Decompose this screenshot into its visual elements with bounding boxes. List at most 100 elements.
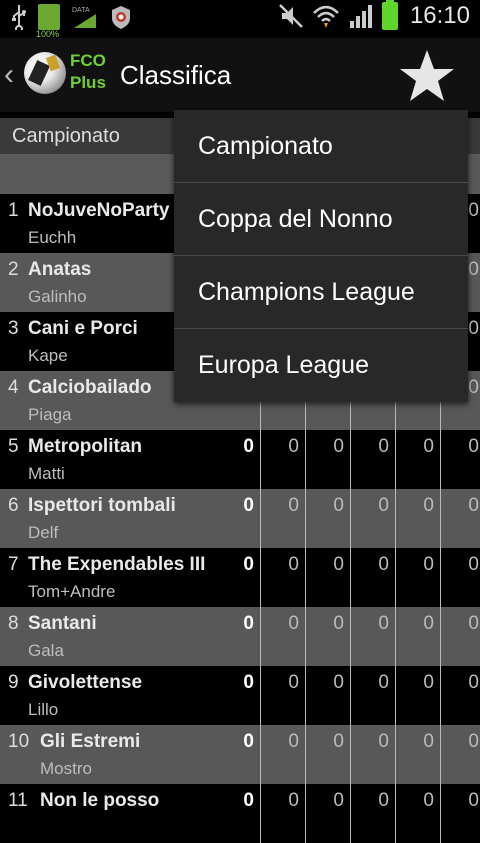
team-name: Ispettori tombali [28, 495, 176, 516]
data-icon: DATA [72, 7, 96, 28]
rank-label: 4 [8, 377, 19, 398]
stat-cell: 0 [395, 489, 440, 548]
stat-cell: 0 [350, 430, 395, 489]
back-chevron-icon[interactable]: ‹ [4, 58, 14, 92]
points-cell: 0 [243, 790, 254, 811]
team-name: Santani [28, 613, 97, 634]
stat-cell: 0 [260, 607, 305, 666]
wifi-icon [313, 5, 339, 28]
rank-label: 5 [8, 436, 19, 457]
menu-item-europa-league[interactable]: Europa League [174, 329, 468, 402]
stat-cell: 0 [350, 725, 395, 784]
stat-cell: 0 [395, 548, 440, 607]
team-owner: Mostro [40, 759, 92, 778]
stat-cell: 0 [260, 725, 305, 784]
points-cell: 0 [243, 731, 254, 752]
app-logo-ball[interactable] [24, 52, 66, 94]
brand-line-2: Plus [70, 73, 106, 92]
stat-cell: 0 [305, 666, 350, 725]
points-cell: 0 [243, 672, 254, 693]
stat-cell: 0 [350, 784, 395, 843]
stat-cell: 0 [260, 430, 305, 489]
stat-cell: 0 [350, 666, 395, 725]
rank-label: 3 [8, 318, 19, 339]
stat-cell: 0 [395, 666, 440, 725]
stat-cell: 0 [260, 784, 305, 843]
score-cells: 000000 [215, 548, 480, 607]
competition-dropdown-menu: Campionato Coppa del Nonno Champions Leagu… [174, 110, 468, 402]
score-cells: 000000 [215, 430, 480, 489]
score-cells: 000000 [215, 784, 480, 843]
team-owner: Kape [28, 346, 68, 365]
points-cell: 0 [243, 436, 254, 457]
score-cells: 000000 [215, 725, 480, 784]
rank-label: 8 [8, 613, 19, 634]
team-name: Cani e Porci [28, 318, 138, 339]
team-owner: Gala [28, 641, 64, 660]
team-owner: Euchh [28, 228, 77, 247]
usb-icon [12, 5, 26, 30]
stat-cell: 0 [350, 489, 395, 548]
rank-label: 11 [8, 790, 28, 811]
score-cells: 000000 [215, 607, 480, 666]
table-row[interactable]: 8 Santani Gala 0 0 0 0 0 0 [0, 607, 480, 666]
stat-cell: 0 [395, 784, 440, 843]
stat-cell: 0 [305, 430, 350, 489]
shield-icon [112, 6, 130, 29]
mute-icon [279, 4, 303, 28]
team-name: Calciobailado [28, 377, 152, 398]
rank-label: 1 [8, 200, 19, 221]
table-row[interactable]: 10 Gli Estremi Mostro 0 0 0 0 0 0 [0, 725, 480, 784]
menu-item-campionato[interactable]: Campionato [174, 110, 468, 183]
svg-text:DATA: DATA [72, 7, 90, 14]
table-row[interactable]: 7 The Expendables III Tom+Andre 0 0 0 0 0 0 [0, 548, 480, 607]
stat-cell: 0 [350, 548, 395, 607]
stat-cell: 0 [305, 489, 350, 548]
menu-item-champions-league[interactable]: Champions League [174, 256, 468, 329]
stat-cell: 0 [440, 430, 480, 489]
stat-cell: 0 [440, 784, 480, 843]
team-name: NoJuveNoParty [28, 200, 170, 221]
team-owner: Matti [28, 464, 65, 483]
team-name: Non le posso [40, 790, 160, 811]
score-cells: 000000 [215, 489, 480, 548]
stat-cell: 0 [440, 607, 480, 666]
points-cell: 0 [243, 554, 254, 575]
status-bar: 100% DATA 16:10 [0, 0, 480, 39]
rank-label: 7 [8, 554, 19, 575]
stat-cell: 0 [395, 430, 440, 489]
stat-cell: 0 [395, 725, 440, 784]
rank-label: 9 [8, 672, 19, 693]
stat-cell: 0 [440, 725, 480, 784]
app-brand: FCO Plus [70, 50, 106, 94]
stat-cell: 0 [350, 607, 395, 666]
table-row[interactable]: 6 Ispettori tombali Delf 0 0 0 0 0 0 [0, 489, 480, 548]
page-title: Classifica [120, 60, 232, 90]
star-icon[interactable] [398, 48, 456, 104]
stat-cell: 0 [395, 607, 440, 666]
team-name: Metropolitan [28, 436, 142, 457]
brand-line-1: FCO [70, 51, 106, 70]
table-row[interactable]: 9 Givolettense Lillo 0 0 0 0 0 0 [0, 666, 480, 725]
stat-cell: 0 [305, 607, 350, 666]
stat-cell: 0 [440, 666, 480, 725]
battery-full-notification-icon: 100% [36, 4, 60, 39]
table-row[interactable]: 11 Non le posso 0 0 0 0 0 0 [0, 784, 480, 843]
points-cell: 0 [243, 613, 254, 634]
section-label: Campionato [12, 125, 120, 147]
stat-cell: 0 [305, 725, 350, 784]
stat-cell: 0 [260, 489, 305, 548]
points-cell: 0 [243, 495, 254, 516]
team-owner: Lillo [28, 700, 59, 719]
table-row[interactable]: 5 Metropolitan Matti 0 0 0 0 0 0 [0, 430, 480, 489]
score-cells: 000000 [215, 666, 480, 725]
action-bar: ‹ FCO Plus Classifica [0, 38, 480, 112]
team-owner: Delf [28, 523, 59, 542]
stat-cell: 0 [260, 666, 305, 725]
team-name: Givolettense [28, 672, 143, 693]
menu-item-coppa-del-nonno[interactable]: Coppa del Nonno [174, 183, 468, 256]
stat-cell: 0 [440, 489, 480, 548]
team-name: Gli Estremi [40, 731, 141, 752]
signal-icon [349, 5, 372, 28]
team-owner: Tom+Andre [28, 582, 116, 601]
